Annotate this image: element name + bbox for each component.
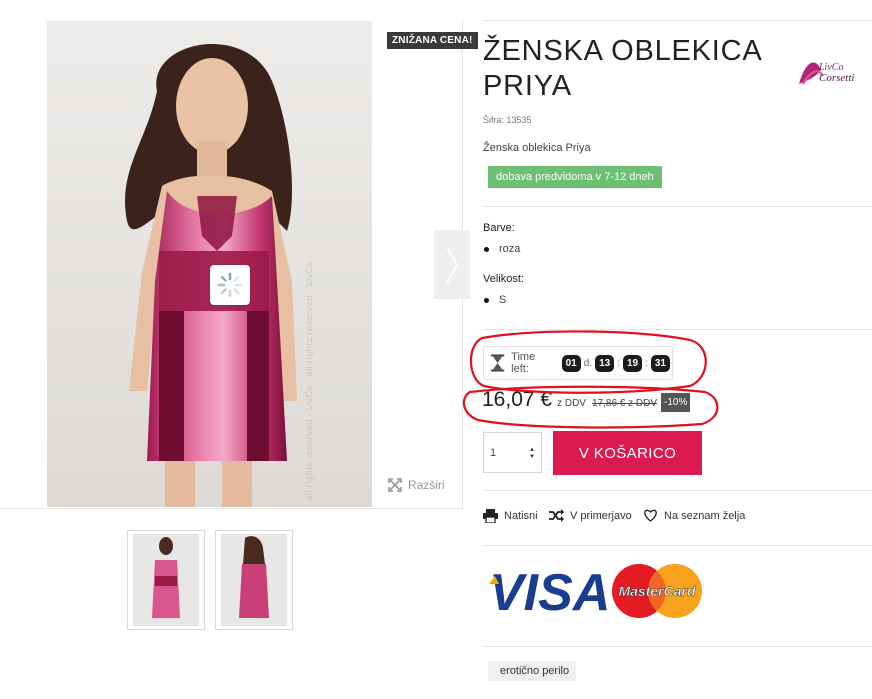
product-main-image[interactable]: all rights reserved - LivCo - all rights…	[47, 21, 372, 507]
divider	[482, 20, 872, 21]
product-title: ŽENSKA OBLEKICA PRIYA	[483, 35, 761, 102]
thumbnail-front-image	[133, 534, 199, 626]
model-photo: all rights reserved - LivCo - all rights…	[47, 21, 372, 507]
quantity-value: 1	[490, 446, 497, 459]
countdown-days: 01	[561, 354, 581, 372]
size-option-s[interactable]: S	[484, 294, 506, 306]
printer-icon	[483, 509, 498, 523]
product-sku: Šifra: 13535	[483, 115, 532, 125]
divider	[482, 646, 872, 647]
divider	[482, 490, 872, 491]
livco-corsetti-logo: LivCo Corsetti	[799, 62, 854, 85]
radio-selected-icon	[484, 297, 489, 303]
image-watermark: all rights reserved - LivCo - all rights…	[305, 261, 315, 501]
sale-badge: ZNIŽANA CENA!	[387, 32, 478, 49]
increment-icon[interactable]: ▲	[529, 447, 535, 454]
payment-logos: VISA MasterCard	[487, 562, 703, 625]
divider	[482, 329, 872, 330]
countdown-timer: Time left: 01 d. 13 : 19 : 31	[483, 346, 673, 380]
thumbnail-front[interactable]	[127, 530, 205, 630]
heart-icon	[644, 509, 657, 522]
zoom-button[interactable]: Razširi	[388, 478, 445, 492]
compare-label: V primerjavo	[570, 509, 632, 522]
countdown-minutes: 19	[622, 354, 643, 372]
wishlist-label: Na seznam želja	[664, 509, 746, 522]
size-option-label: Velikost:	[483, 273, 524, 285]
wishlist-button[interactable]: Na seznam želja	[643, 509, 745, 522]
zoom-label: Razširi	[408, 478, 445, 492]
color-option-roza[interactable]: roza	[484, 243, 520, 255]
color-option-value: roza	[499, 243, 521, 255]
price-row: 16,07 € z DDV 17,86 € z DDV -10%	[482, 388, 691, 413]
short-description: Ženska oblekica Priya	[483, 142, 591, 154]
discount-badge: -10%	[661, 393, 691, 412]
color-option-label: Barve:	[483, 222, 515, 234]
size-option-value: S	[499, 294, 507, 306]
countdown-hours: 13	[595, 354, 615, 372]
countdown-label: Time left:	[511, 351, 536, 375]
add-to-cart-button[interactable]: V KOŠARICO	[553, 431, 702, 475]
compare-button[interactable]: V primerjavo	[549, 509, 632, 522]
countdown-seconds: 31	[650, 354, 670, 372]
thumbnail-back[interactable]	[215, 530, 293, 630]
visa-logo: VISA	[489, 564, 610, 620]
thumbnail-back-image	[221, 534, 287, 626]
decrement-icon[interactable]: ▼	[529, 454, 535, 461]
hourglass-icon	[490, 354, 505, 372]
divider	[482, 206, 872, 207]
chevron-right-icon	[446, 246, 459, 283]
print-label: Natisni	[504, 510, 538, 522]
current-price: 16,07 €	[482, 388, 553, 411]
radio-selected-icon	[484, 246, 489, 252]
print-button[interactable]: Natisni	[483, 509, 538, 523]
shuffle-icon	[549, 509, 564, 522]
expand-icon	[388, 478, 402, 492]
price-vat-note: z DDV	[557, 398, 586, 409]
gallery-next-button[interactable]	[434, 230, 470, 299]
loading-spinner-icon	[210, 265, 250, 305]
tag-link[interactable]: erotično perilo	[488, 661, 577, 681]
brand-logo[interactable]: LivCo Corsetti	[797, 50, 867, 90]
divider	[482, 545, 872, 546]
countdown-days-unit: d.	[583, 357, 593, 369]
mastercard-logo: MasterCard	[618, 583, 695, 599]
availability-badge: dobava predvidoma v 7-12 dneh	[488, 166, 662, 188]
visa-mastercard-logo: VISA MasterCard	[489, 564, 702, 622]
quantity-arrows[interactable]: ▲ ▼	[529, 447, 535, 461]
old-price: 17,86 € z DDV	[591, 398, 658, 409]
quantity-stepper[interactable]: 1 ▲ ▼	[483, 432, 542, 473]
svg-text:Corsetti: Corsetti	[819, 72, 854, 84]
